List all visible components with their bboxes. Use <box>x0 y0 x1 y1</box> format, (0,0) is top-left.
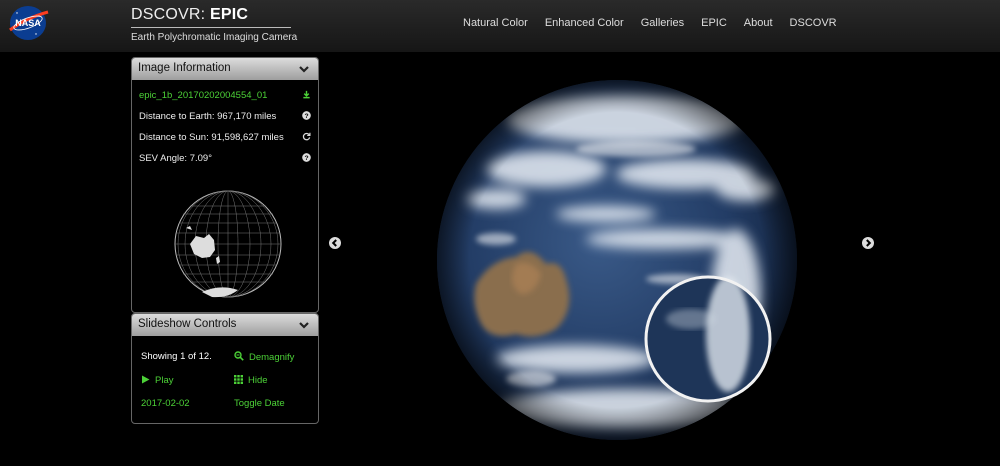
distance-sun-row: Distance to Sun: 91,598,627 miles <box>132 126 318 147</box>
site-header: NASA DSCOVR: EPIC Earth Polychromatic Im… <box>0 0 1000 52</box>
magnifier-loupe[interactable] <box>644 275 772 403</box>
image-filename-row: epic_1b_20170202004554_01 <box>132 84 318 105</box>
slide-counter: Showing 1 of 12. <box>141 351 212 362</box>
panel-title: Slideshow Controls <box>138 318 237 330</box>
distance-earth-row: Distance to Earth: 967,170 miles ? <box>132 105 318 126</box>
distance-to-earth: Distance to Earth: 967,170 miles <box>139 111 277 122</box>
brand-block: DSCOVR: EPIC Earth Polychromatic Imaging… <box>131 6 298 43</box>
sev-angle-row: SEV Angle: 7.09° ? <box>132 147 318 168</box>
chevron-left-icon <box>331 239 337 247</box>
nav-natural-color[interactable]: Natural Color <box>463 17 528 29</box>
nav-enhanced-color[interactable]: Enhanced Color <box>545 17 624 29</box>
panel-title: Image Information <box>138 62 231 74</box>
chevron-right-icon <box>866 239 872 247</box>
demagnify-button[interactable]: Demagnify <box>234 351 294 363</box>
image-filename[interactable]: epic_1b_20170202004554_01 <box>139 90 267 101</box>
image-information-header[interactable]: Image Information <box>132 58 318 80</box>
main-nav: Natural Color Enhanced Color Galleries E… <box>463 17 854 29</box>
nav-epic[interactable]: EPIC <box>701 17 727 29</box>
sev-angle: SEV Angle: 7.09° <box>139 153 212 164</box>
orientation-globe <box>172 188 284 300</box>
help-icon[interactable]: ? <box>302 153 311 162</box>
toggle-date-button[interactable]: Toggle Date <box>234 398 285 409</box>
chevron-down-icon[interactable] <box>298 319 310 331</box>
site-subtitle: Earth Polychromatic Imaging Camera <box>131 32 298 43</box>
play-button[interactable]: Play <box>141 375 173 386</box>
image-information-panel: Image Information epic_1b_20170202004554… <box>131 57 319 313</box>
help-icon[interactable]: ? <box>302 111 311 120</box>
hide-button[interactable]: Hide <box>234 375 268 386</box>
slideshow-controls: Showing 1 of 12. Demagnify Play Hide 201… <box>132 336 318 423</box>
svg-text:NASA: NASA <box>15 18 41 28</box>
earth-image-viewer <box>320 52 1000 466</box>
site-title[interactable]: DSCOVR: EPIC <box>131 6 291 28</box>
nav-about[interactable]: About <box>744 17 773 29</box>
nasa-logo[interactable]: NASA <box>6 4 50 42</box>
download-icon[interactable] <box>302 90 311 99</box>
svg-text:?: ? <box>304 113 308 120</box>
previous-image-button[interactable] <box>329 237 341 249</box>
svg-text:?: ? <box>304 155 308 162</box>
slideshow-controls-panel: Slideshow Controls Showing 1 of 12. Dema… <box>131 313 319 424</box>
distance-to-sun: Distance to Sun: 91,598,627 miles <box>139 132 284 143</box>
earth-image[interactable] <box>436 79 798 441</box>
nav-dscovr[interactable]: DSCOVR <box>790 17 837 29</box>
refresh-icon[interactable] <box>302 132 311 141</box>
image-date-link[interactable]: 2017-02-02 <box>141 398 190 409</box>
nav-galleries[interactable]: Galleries <box>641 17 684 29</box>
zoom-out-icon <box>234 351 244 361</box>
grid-icon <box>234 375 243 384</box>
slideshow-controls-header[interactable]: Slideshow Controls <box>132 314 318 336</box>
play-icon <box>142 375 150 384</box>
chevron-down-icon[interactable] <box>298 63 310 75</box>
next-image-button[interactable] <box>862 237 874 249</box>
